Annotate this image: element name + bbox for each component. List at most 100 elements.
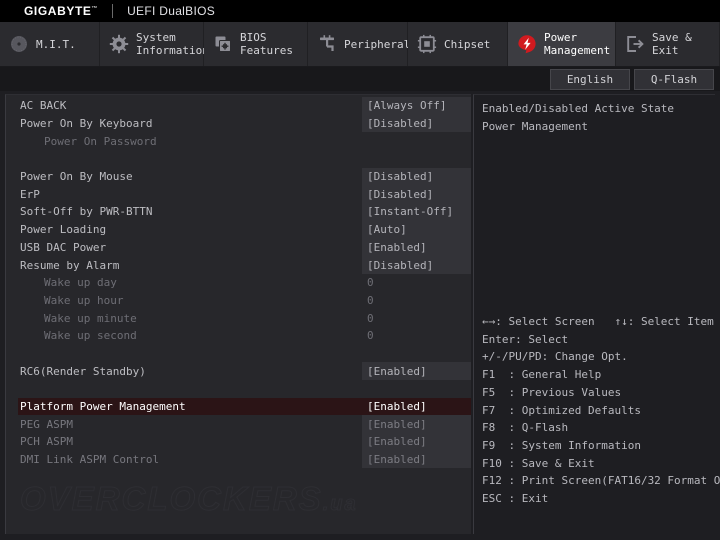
setting-value[interactable]: 0 xyxy=(362,309,471,327)
setting-label: Wake up day xyxy=(44,276,117,290)
setting-label: Power Loading xyxy=(20,223,107,237)
setting-row[interactable]: USB DAC Power [Enabled] xyxy=(6,238,471,257)
setting-row[interactable]: AC BACK [Always Off] xyxy=(6,97,471,115)
setting-value[interactable]: [Enabled] xyxy=(362,433,471,451)
help-panel: Enabled/Disabled Active State Power Mana… xyxy=(473,94,720,534)
setting-row[interactable]: Power On By Mouse [Disabled] xyxy=(6,167,471,186)
tab-bios-features[interactable]: BIOS Features xyxy=(204,22,308,66)
setting-label: ErP xyxy=(20,187,40,201)
chipset-icon xyxy=(417,34,437,54)
help-description: Enabled/Disabled Active State Power Mana… xyxy=(482,102,675,133)
disc-icon xyxy=(9,34,29,54)
help-key-line: F1 : General Help xyxy=(482,368,602,382)
help-key-line: F9 : System Information xyxy=(482,438,641,452)
setting-value[interactable]: [Enabled] xyxy=(362,397,471,416)
setting-value[interactable]: [Disabled] xyxy=(362,185,471,204)
language-button[interactable]: English xyxy=(550,69,630,90)
tab-save-exit[interactable]: Save & Exit xyxy=(616,22,720,66)
tab-system-information[interactable]: System Information xyxy=(100,22,209,66)
help-key-line: ←→: Select Screen ↑↓: Select Item xyxy=(482,315,714,328)
trademark-symbol: ™ xyxy=(91,6,99,12)
help-key-line: F12 : Print Screen(FAT16/32 Format Only) xyxy=(482,474,720,488)
help-key-list: ←→: Select Screen ↑↓: Select Item Enter: … xyxy=(482,313,720,508)
row-spacer xyxy=(6,380,471,398)
content-area: AC BACK [Always Off] Power On By Keyboard [… xyxy=(0,91,720,540)
brand-subtitle: UEFI DualBIOS xyxy=(127,4,216,18)
setting-row[interactable]: Resume by Alarm [Disabled] xyxy=(6,256,471,274)
setting-value[interactable]: [Disabled] xyxy=(362,256,471,274)
setting-value[interactable]: [Enabled] xyxy=(362,450,471,469)
setting-row[interactable]: Soft-Off by PWR-BTTN [Instant-Off] xyxy=(6,203,471,221)
setting-value[interactable]: [Enabled] xyxy=(362,238,471,257)
tab-label: System Information xyxy=(136,31,209,57)
setting-label: Soft-Off by PWR-BTTN xyxy=(20,205,153,219)
gigabyte-logo: GIGABYTE™ xyxy=(24,4,99,18)
exit-arrow-icon xyxy=(625,34,645,54)
setting-row[interactable]: Wake up day 0 xyxy=(6,274,471,292)
setting-row[interactable]: Platform Power Management [Enabled] xyxy=(6,397,471,416)
setting-label: Wake up minute xyxy=(44,311,137,325)
gear-icon xyxy=(109,34,129,54)
setting-label: USB DAC Power xyxy=(20,240,107,254)
setting-label: RC6(Render Standby) xyxy=(20,364,146,378)
main-tab-strip: M.I.T. System Information BIOS Features Per… xyxy=(0,22,720,67)
setting-row[interactable]: Power On By Keyboard [Disabled] xyxy=(6,114,471,133)
help-key-line: F8 : Q-Flash xyxy=(482,421,569,435)
help-key-line: +/-/PU/PD: Change Opt. xyxy=(482,350,628,364)
setting-row[interactable]: PEG ASPM [Enabled] xyxy=(6,415,471,434)
setting-value[interactable]: [Always Off] xyxy=(362,97,471,115)
tab-label: BIOS Features xyxy=(240,31,293,57)
setting-value[interactable]: 0 xyxy=(362,327,471,345)
setting-row[interactable]: Wake up second 0 xyxy=(6,327,471,345)
setting-value[interactable]: [Enabled] xyxy=(362,415,471,434)
setting-label: Platform Power Management xyxy=(20,400,186,414)
help-key-line: F7 : Optimized Defaults xyxy=(482,403,641,417)
help-key-line: ESC : Exit xyxy=(482,492,549,506)
setting-row[interactable]: Power On Password xyxy=(6,132,471,150)
brand-divider xyxy=(112,4,114,18)
setting-row[interactable]: RC6(Render Standby) [Enabled] xyxy=(6,362,471,380)
setting-row[interactable]: Power Loading [Auto] xyxy=(6,220,471,239)
setting-value[interactable]: [Instant-Off] xyxy=(362,203,471,221)
setting-row[interactable]: Wake up hour 0 xyxy=(6,292,471,310)
tab-peripherals[interactable]: Peripherals xyxy=(308,22,417,66)
setting-value[interactable]: 0 xyxy=(362,274,471,292)
setting-label: Resume by Alarm xyxy=(20,258,120,272)
setting-label: PCH ASPM xyxy=(20,435,73,449)
tab-label: M.I.T. xyxy=(36,37,76,51)
setting-row[interactable]: Wake up minute 0 xyxy=(6,309,471,327)
setting-row[interactable]: ErP [Disabled] xyxy=(6,185,471,204)
tab-m-i-t[interactable]: M.I.T. xyxy=(0,22,100,66)
setting-label: Power On By Mouse xyxy=(20,170,133,184)
tab-label: Chipset xyxy=(444,37,491,51)
setting-value[interactable]: [Enabled] xyxy=(362,362,471,380)
row-spacer xyxy=(6,150,471,168)
setting-row[interactable]: PCH ASPM [Enabled] xyxy=(6,433,471,451)
qflash-button[interactable]: Q-Flash xyxy=(634,69,714,90)
tab-label: Peripherals xyxy=(344,37,417,51)
setting-value[interactable]: [Disabled] xyxy=(362,114,471,133)
setting-value[interactable]: 0 xyxy=(362,292,471,310)
connector-icon xyxy=(317,34,337,54)
setting-label: PEG ASPM xyxy=(20,417,73,431)
settings-rows-container: AC BACK [Always Off] Power On By Keyboard [… xyxy=(6,95,471,469)
setting-value[interactable]: [Disabled] xyxy=(362,167,471,186)
setting-row[interactable]: DMI Link ASPM Control [Enabled] xyxy=(6,450,471,469)
setting-label: Power On Password xyxy=(44,134,157,148)
site-watermark: OVERCLOCKERS.ua xyxy=(20,480,358,518)
tab-label: Save & Exit xyxy=(652,31,692,57)
chip-stack-icon xyxy=(213,34,233,54)
tab-chipset[interactable]: Chipset xyxy=(408,22,508,66)
setting-value[interactable]: [Auto] xyxy=(362,220,471,239)
help-key-line: Enter: Select xyxy=(482,332,569,346)
tab-label: Power Management xyxy=(544,31,611,57)
row-spacer xyxy=(6,345,471,363)
setting-label: Wake up hour xyxy=(44,293,124,307)
tab-power-management[interactable]: Power Management xyxy=(508,22,616,66)
setting-label: DMI Link ASPM Control xyxy=(20,453,160,467)
brand-bar: GIGABYTE™ UEFI DualBIOS xyxy=(0,0,720,22)
setting-label: Power On By Keyboard xyxy=(20,117,153,131)
settings-list: AC BACK [Always Off] Power On By Keyboard [… xyxy=(5,94,471,534)
power-bolt-icon xyxy=(517,34,537,54)
watermark-suffix: .ua xyxy=(322,493,358,516)
